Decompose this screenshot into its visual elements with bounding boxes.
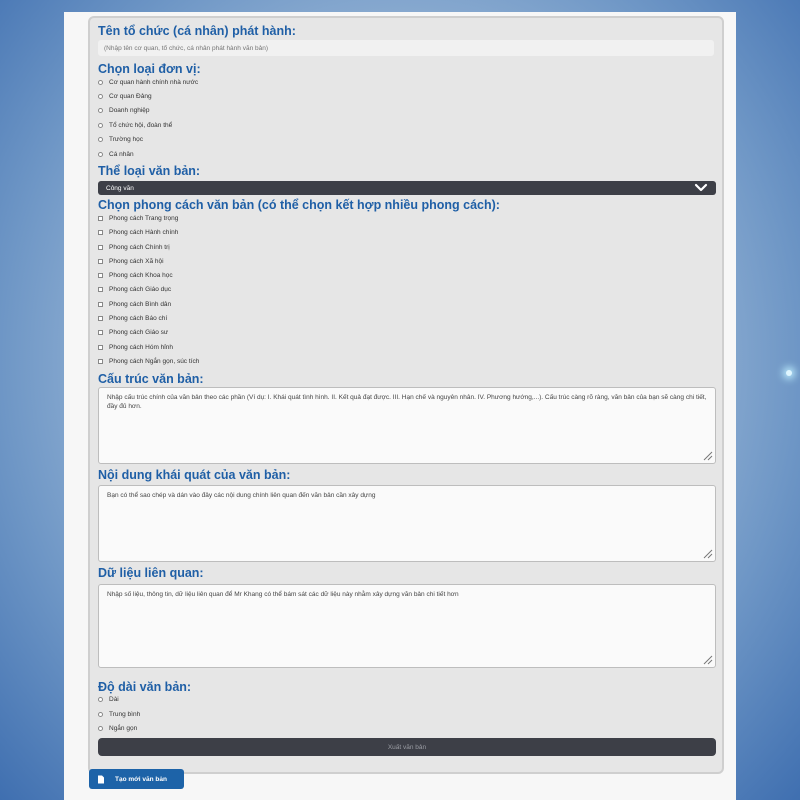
new-document-button[interactable]: Tạo mới văn bản	[89, 769, 184, 789]
resize-grip-icon[interactable]	[703, 549, 713, 559]
new-document-label: Tạo mới văn bản	[115, 775, 167, 783]
export-document-button[interactable]: Xuất văn bản	[98, 738, 716, 756]
checkbox-icon[interactable]	[98, 258, 103, 264]
data-placeholder: Nhập số liệu, thông tin, dữ liệu liên qu…	[107, 591, 459, 598]
length-option[interactable]: Ngắn gọn	[98, 723, 137, 733]
radio-icon[interactable]	[98, 151, 103, 157]
length-option[interactable]: Dài	[98, 694, 119, 704]
unit-option[interactable]: Cá nhân	[98, 149, 134, 159]
style-option[interactable]: Phong cách Giáo dục	[98, 284, 171, 294]
style-option[interactable]: Phong cách Xã hội	[98, 256, 164, 266]
data-label: Dữ liệu liên quan:	[98, 566, 204, 580]
length-label: Độ dài văn bản:	[98, 680, 192, 694]
resize-grip-icon[interactable]	[703, 655, 713, 665]
document-icon	[98, 775, 104, 783]
structure-placeholder: Nhập cấu trúc chính của văn bản theo các…	[107, 394, 707, 410]
radio-icon[interactable]	[98, 93, 103, 99]
document-form: Tên tổ chức (cá nhân) phát hành: Chọn lo…	[88, 16, 724, 774]
issuer-label: Tên tổ chức (cá nhân) phát hành:	[98, 24, 296, 38]
radio-icon[interactable]	[98, 79, 103, 85]
resize-grip-icon[interactable]	[703, 451, 713, 461]
chevron-down-icon	[694, 183, 708, 192]
checkbox-icon[interactable]	[98, 286, 103, 292]
checkbox-icon[interactable]	[98, 315, 103, 321]
page-container: Tên tổ chức (cá nhân) phát hành: Chọn lo…	[64, 12, 736, 800]
issuer-input[interactable]	[98, 40, 714, 56]
checkbox-icon[interactable]	[98, 344, 103, 350]
doctype-label: Thể loại văn bản:	[98, 164, 201, 178]
content-label: Nội dung khái quát của văn bản:	[98, 468, 291, 482]
radio-icon[interactable]	[98, 725, 103, 731]
doctype-select[interactable]: Công văn	[98, 181, 716, 195]
style-option[interactable]: Phong cách Giáo sư	[98, 327, 168, 337]
radio-icon[interactable]	[98, 696, 103, 702]
style-option[interactable]: Phong cách Trang trọng	[98, 213, 178, 223]
unit-option[interactable]: Cơ quan hành chính nhà nước	[98, 77, 198, 87]
length-option[interactable]: Trung bình	[98, 709, 140, 719]
unit-option[interactable]: Cơ quan Đảng	[98, 91, 152, 101]
unit-label: Chọn loại đơn vị:	[98, 62, 201, 76]
structure-textarea[interactable]: Nhập cấu trúc chính của văn bản theo các…	[98, 387, 716, 464]
radio-icon[interactable]	[98, 711, 103, 717]
radio-icon[interactable]	[98, 107, 103, 113]
checkbox-icon[interactable]	[98, 229, 103, 235]
checkbox-icon[interactable]	[98, 272, 103, 278]
data-textarea[interactable]: Nhập số liệu, thông tin, dữ liệu liên qu…	[98, 584, 716, 668]
style-option[interactable]: Phong cách Báo chí	[98, 313, 167, 323]
checkbox-icon[interactable]	[98, 301, 103, 307]
unit-option[interactable]: Doanh nghiệp	[98, 105, 149, 115]
content-placeholder: Bạn có thể sao chép và dán vào đây các n…	[107, 492, 376, 499]
checkbox-icon[interactable]	[98, 329, 103, 335]
style-option[interactable]: Phong cách Khoa học	[98, 270, 173, 280]
doctype-selected-value: Công văn	[106, 184, 134, 192]
radio-icon[interactable]	[98, 122, 103, 128]
checkbox-icon[interactable]	[98, 244, 103, 250]
unit-option[interactable]: Trường học	[98, 134, 143, 144]
style-option[interactable]: Phong cách Ngắn gọn, súc tích	[98, 356, 199, 366]
content-textarea[interactable]: Bạn có thể sao chép và dán vào đây các n…	[98, 485, 716, 562]
checkbox-icon[interactable]	[98, 215, 103, 221]
style-option[interactable]: Phong cách Hành chính	[98, 227, 178, 237]
structure-label: Cấu trúc văn bản:	[98, 372, 204, 386]
unit-option[interactable]: Tổ chức hội, đoàn thể	[98, 120, 172, 130]
checkbox-icon[interactable]	[98, 358, 103, 364]
style-option[interactable]: Phong cách Hóm hỉnh	[98, 342, 173, 352]
style-option[interactable]: Phong cách Chính trị	[98, 242, 170, 252]
style-option[interactable]: Phong cách Bình dân	[98, 299, 171, 309]
style-label: Chọn phong cách văn bản (có thể chọn kết…	[98, 198, 500, 212]
radio-icon[interactable]	[98, 136, 103, 142]
background-glow	[786, 370, 792, 376]
